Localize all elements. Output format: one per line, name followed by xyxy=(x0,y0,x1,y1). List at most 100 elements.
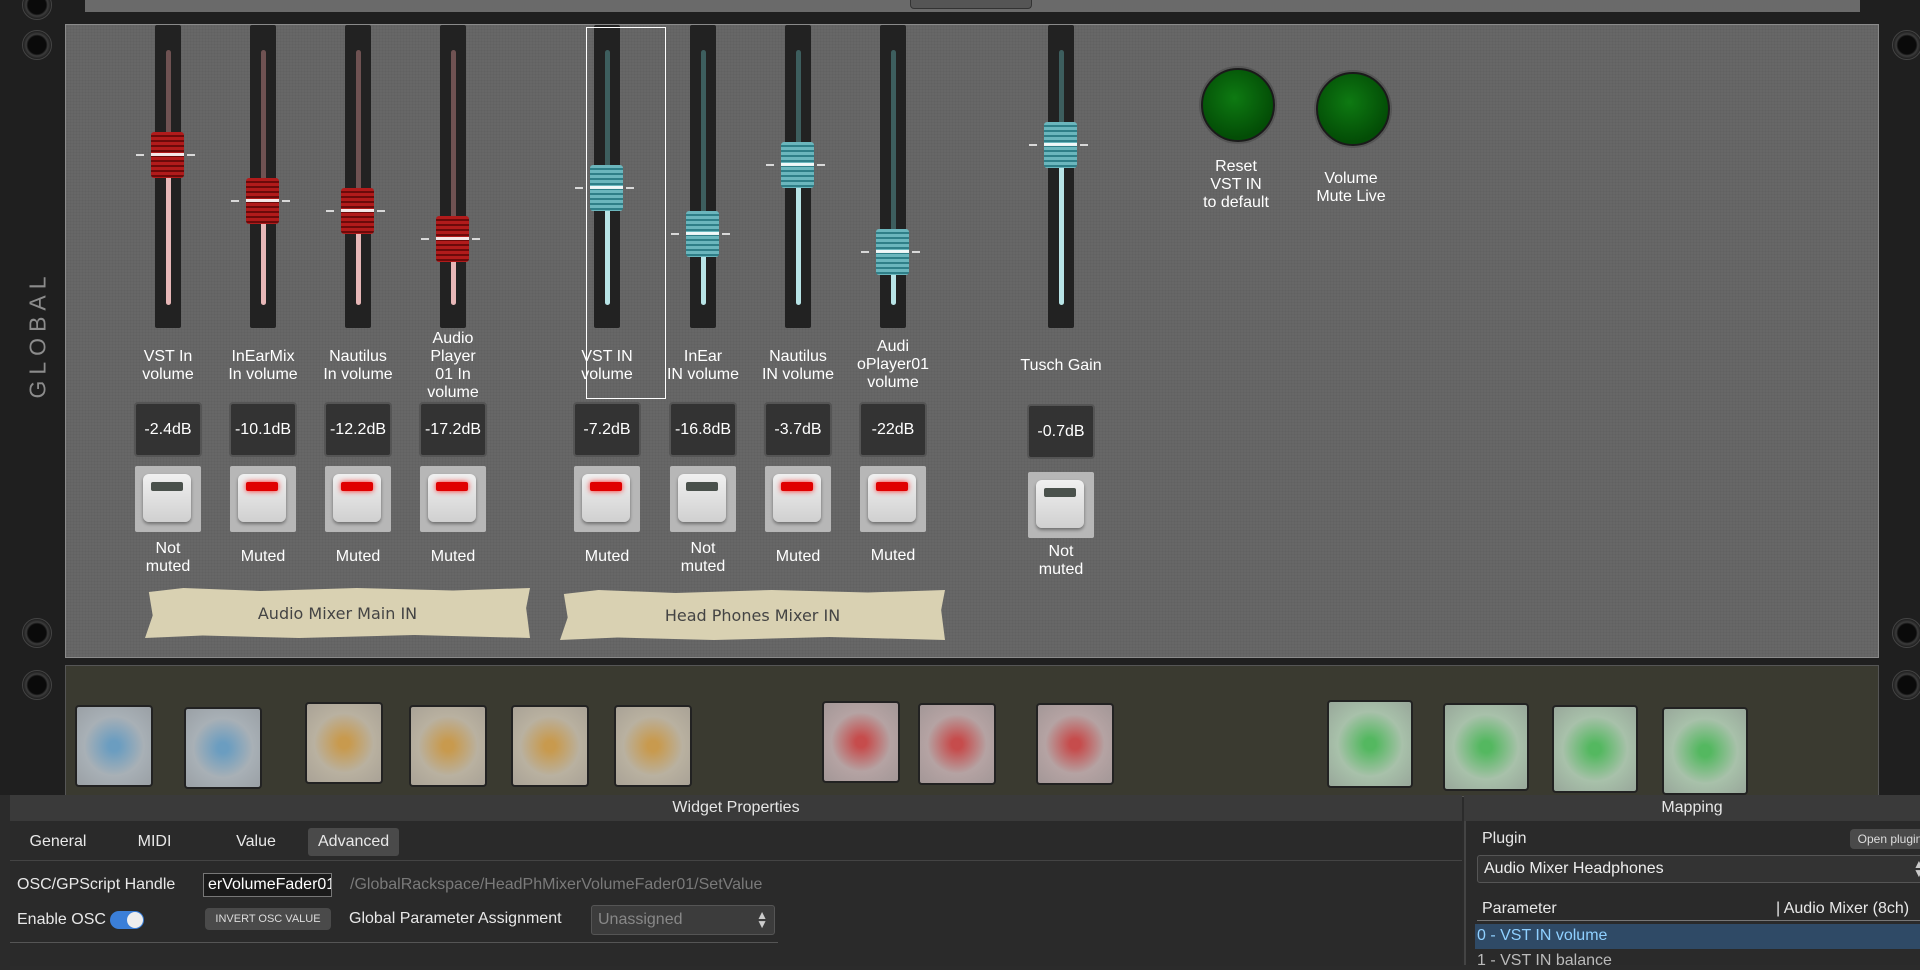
fader-6[interactable] xyxy=(766,25,825,330)
mute-button[interactable] xyxy=(860,466,926,532)
fader-cap[interactable] xyxy=(686,211,719,258)
fader-label: InEarMix In volume xyxy=(228,348,298,383)
mute-button-face xyxy=(868,474,916,522)
fader-value-box[interactable]: -0.7dB xyxy=(1027,404,1095,459)
mute-led xyxy=(151,482,183,491)
fader-tick xyxy=(472,238,480,241)
parameter-item[interactable]: 0 - VST IN volume xyxy=(1477,927,1607,945)
reset-vst-label: Reset VST IN to default xyxy=(1203,158,1269,211)
pad-green[interactable] xyxy=(1327,700,1413,788)
fader-3[interactable] xyxy=(421,25,480,330)
mute-led xyxy=(876,482,908,491)
fader-0[interactable] xyxy=(136,25,195,330)
pad-red[interactable] xyxy=(918,703,996,785)
plugin-label: Plugin xyxy=(1482,830,1527,847)
mute-led xyxy=(1044,488,1076,497)
fader-tick xyxy=(326,210,334,213)
mute-led xyxy=(590,482,622,491)
fader-cap[interactable] xyxy=(341,188,374,235)
volume-mute-live-led[interactable] xyxy=(1316,72,1390,146)
reset-vst-led[interactable] xyxy=(1201,68,1275,142)
pad-blue[interactable] xyxy=(184,707,262,789)
mute-button-face xyxy=(238,474,286,522)
open-plugin-button[interactable]: Open plugin xyxy=(1850,829,1920,849)
tab-general[interactable]: General xyxy=(28,828,88,856)
widget-properties-title: Widget Properties xyxy=(10,795,1462,821)
pad-red[interactable] xyxy=(1036,703,1114,785)
fader-value-box[interactable]: -12.2dB xyxy=(324,402,392,457)
fader-cap[interactable] xyxy=(436,216,469,263)
pad-amber[interactable] xyxy=(305,702,383,784)
pad-red[interactable] xyxy=(822,701,900,783)
props-divider xyxy=(10,942,778,943)
enable-osc-toggle[interactable] xyxy=(110,911,144,929)
osc-path-text: /GlobalRackspace/HeadPhMixerVolumeFader0… xyxy=(350,876,763,893)
fader-label: Tusch Gain xyxy=(1020,357,1102,374)
fader-7[interactable] xyxy=(861,25,920,330)
tab-value[interactable]: Value xyxy=(232,828,280,856)
fader-8[interactable] xyxy=(1029,25,1088,330)
fader-cap[interactable] xyxy=(246,177,279,224)
top-tab-handle[interactable] xyxy=(910,0,1032,9)
fader-5[interactable] xyxy=(671,25,730,330)
plugin-select[interactable]: Audio Mixer Headphones ▲ ▼ xyxy=(1477,855,1920,883)
pad-amber[interactable] xyxy=(409,705,487,787)
fader-1[interactable] xyxy=(231,25,290,330)
pad-blue[interactable] xyxy=(75,705,153,787)
tab-advanced[interactable]: Advanced xyxy=(308,828,400,856)
fader-value-box[interactable]: -16.8dB xyxy=(669,402,737,457)
mute-led xyxy=(686,482,718,491)
fader-cap[interactable] xyxy=(781,142,814,189)
pad-amber[interactable] xyxy=(614,705,692,787)
mute-state-label: Not muted xyxy=(680,540,726,575)
mute-button[interactable] xyxy=(765,466,831,532)
rack-screw xyxy=(1892,670,1920,700)
mute-button[interactable] xyxy=(574,466,640,532)
rack-screw xyxy=(22,618,52,648)
fader-value-box[interactable]: -22dB xyxy=(859,402,927,457)
mute-button[interactable] xyxy=(135,466,201,532)
fader-value-box[interactable]: -17.2dB xyxy=(419,402,487,457)
enable-osc-label: Enable OSC xyxy=(17,911,106,928)
pad-green[interactable] xyxy=(1662,707,1748,795)
osc-handle-input[interactable]: erVolumeFader01 xyxy=(203,873,332,897)
fader-value-box[interactable]: -3.7dB xyxy=(764,402,832,457)
fader-2[interactable] xyxy=(326,25,385,330)
parameter-item[interactable]: 1 - VST IN balance xyxy=(1477,952,1612,970)
pad-green[interactable] xyxy=(1552,705,1638,793)
fader-cap[interactable] xyxy=(151,132,184,178)
global-side-label: GLOBAL xyxy=(24,270,51,399)
rack-screw xyxy=(1892,30,1920,60)
fader-label: Nautilus In volume xyxy=(323,348,393,383)
mute-button-face xyxy=(333,474,381,522)
invert-osc-button[interactable]: INVERT OSC VALUE xyxy=(205,908,331,930)
tab-midi[interactable]: MIDI xyxy=(132,828,177,856)
fader-tick xyxy=(861,250,869,253)
rack-screw xyxy=(1892,618,1920,648)
pad-amber[interactable] xyxy=(511,705,589,787)
fader-value-box[interactable]: -7.2dB xyxy=(573,402,641,457)
fader-value-box[interactable]: -2.4dB xyxy=(134,402,202,457)
fader-label: Audio Player 01 In volume xyxy=(427,330,479,401)
fader-tick xyxy=(282,199,290,202)
mute-button[interactable] xyxy=(670,466,736,532)
mute-button-face xyxy=(143,474,191,522)
fader-cap[interactable] xyxy=(1044,121,1077,168)
fader-value-box[interactable]: -10.1dB xyxy=(229,402,297,457)
rack-screw xyxy=(22,670,52,700)
parameter-header-right: | Audio Mixer (8ch) xyxy=(1776,900,1910,917)
volume-mute-live-label: Volume Mute Live xyxy=(1316,170,1386,205)
mute-button[interactable] xyxy=(325,466,391,532)
rack-screw xyxy=(22,30,52,60)
fader-tick xyxy=(912,250,920,253)
fader-cap[interactable] xyxy=(876,228,909,275)
parameter-header: Parameter xyxy=(1482,900,1557,917)
mute-button[interactable] xyxy=(420,466,486,532)
global-param-select[interactable]: Unassigned ▲ ▼ xyxy=(591,905,775,935)
pad-green[interactable] xyxy=(1443,703,1529,791)
select-arrows-icon: ▲ ▼ xyxy=(756,908,768,931)
osc-handle-label: OSC/GPScript Handle xyxy=(17,876,176,893)
mute-button[interactable] xyxy=(1028,472,1094,538)
group-label-headphones: Head Phones Mixer IN xyxy=(560,590,945,640)
mute-button[interactable] xyxy=(230,466,296,532)
